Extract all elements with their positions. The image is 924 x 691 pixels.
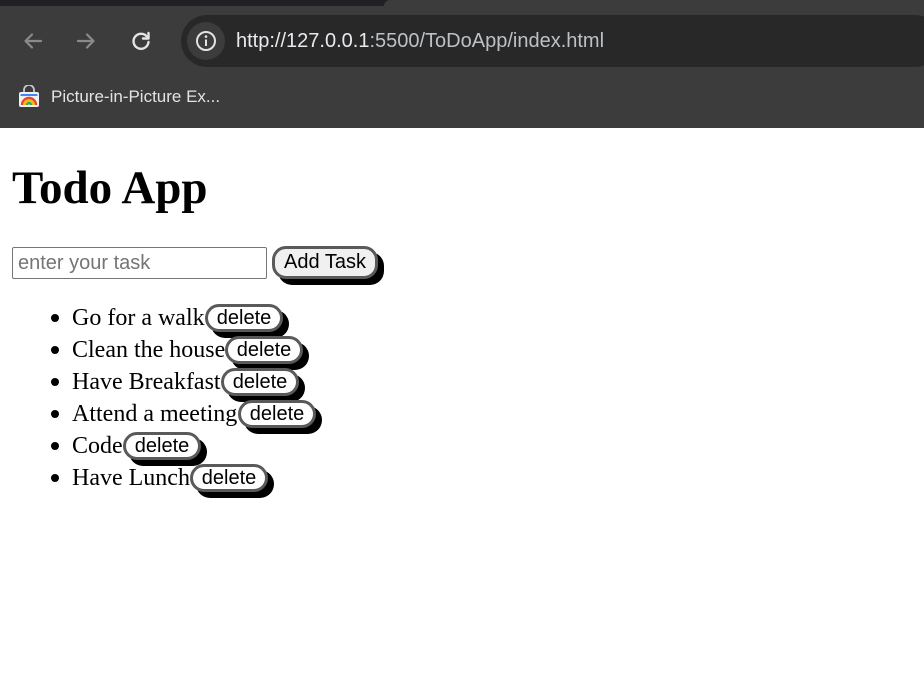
delete-button[interactable]: delete — [221, 368, 299, 396]
back-arrow-icon — [24, 33, 43, 49]
bullet-icon — [51, 442, 59, 450]
picture-in-picture-extension-icon — [19, 85, 39, 107]
bullet-icon — [51, 346, 59, 354]
back-button[interactable] — [15, 23, 51, 59]
site-info-icon — [196, 31, 216, 51]
url-path: :5500/ToDoApp/index.html — [369, 30, 605, 52]
bullet-icon — [51, 378, 59, 386]
forward-button[interactable] — [68, 23, 104, 59]
delete-button[interactable]: delete — [205, 304, 283, 332]
task-input[interactable] — [12, 247, 267, 279]
add-task-button[interactable]: Add Task — [272, 246, 378, 279]
task-text: Clean the house — [72, 337, 226, 363]
bullet-icon — [51, 410, 59, 418]
task-text: Attend a meeting — [72, 401, 238, 427]
forward-arrow-icon — [76, 33, 95, 49]
task-text: Go for a walk — [72, 305, 205, 331]
bullet-icon — [51, 314, 59, 322]
delete-button[interactable]: delete — [225, 336, 303, 364]
reload-button[interactable] — [123, 23, 159, 59]
site-info-button[interactable] — [187, 22, 225, 60]
delete-button[interactable]: delete — [123, 432, 201, 460]
browser-toolbar: http://127.0.0.1:5500/ToDoApp/index.html — [0, 6, 924, 76]
delete-button[interactable]: delete — [238, 400, 316, 428]
bookmark-label: Picture-in-Picture Ex... — [51, 87, 221, 106]
task-text: Have Lunch — [72, 465, 190, 491]
task-text: Code — [72, 433, 123, 459]
bookmark-picture-in-picture[interactable]: Picture-in-Picture Ex... — [17, 83, 220, 111]
page-content: Todo App Add Task Go for a walk delete C… — [0, 128, 924, 691]
address-bar[interactable]: http://127.0.0.1:5500/ToDoApp/index.html — [181, 15, 924, 67]
task-text: Have Breakfast — [72, 369, 221, 395]
bullet-icon — [51, 474, 59, 482]
page-title: Todo App — [12, 162, 208, 214]
url-host: http://127.0.0.1 — [236, 30, 370, 52]
url-text[interactable]: http://127.0.0.1:5500/ToDoApp/index.html — [236, 15, 604, 67]
bookmarks-bar: Picture-in-Picture Ex... — [0, 76, 924, 128]
reload-icon — [132, 31, 150, 50]
delete-button[interactable]: delete — [190, 464, 268, 492]
browser-chrome: http://127.0.0.1:5500/ToDoApp/index.html… — [0, 0, 924, 128]
